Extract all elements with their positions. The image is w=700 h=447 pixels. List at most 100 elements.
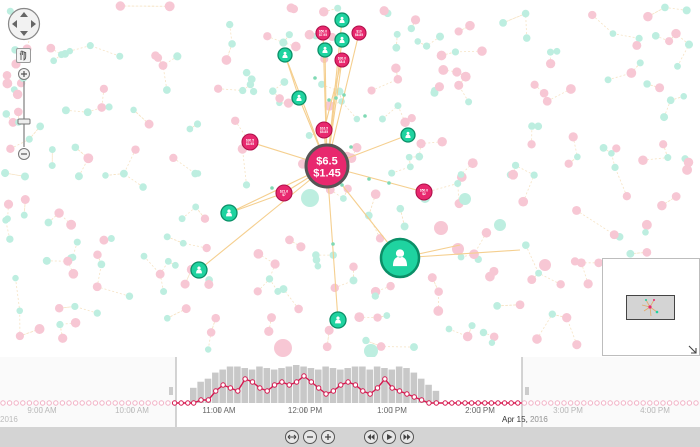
person-node[interactable]	[220, 204, 238, 222]
price-node[interactable]: $16.5$5.85	[315, 121, 333, 139]
activity-point	[279, 379, 285, 385]
price-node[interactable]: $21.6$7	[275, 184, 293, 202]
faded-person-node	[521, 241, 530, 249]
baseline-point-faded	[112, 400, 118, 406]
faded-person-node	[246, 80, 255, 89]
faded-price-node	[626, 68, 637, 78]
faded-person-node	[50, 57, 58, 65]
fit-button[interactable]	[285, 430, 299, 444]
baseline-point-faded	[534, 400, 541, 406]
network-graph[interactable]: $50.0$7.95 $10$6.85$30.0$8.8 $16.5$5.85 $30…	[0, 0, 700, 357]
faded-price-node	[206, 328, 216, 337]
baseline-point-faded	[99, 400, 105, 406]
faded-price-node	[253, 249, 264, 259]
faded-price-node	[58, 333, 68, 343]
baseline-point-faded	[105, 400, 112, 406]
faded-person-node	[42, 256, 51, 265]
faded-person-node	[574, 153, 581, 161]
person-node[interactable]	[334, 12, 350, 28]
baseline-point-faded	[607, 400, 613, 406]
faded-price-node	[622, 192, 631, 201]
faded-price-node	[576, 258, 586, 268]
faded-price-node	[508, 169, 519, 180]
baseline-point	[442, 400, 448, 406]
baseline-point-faded	[541, 400, 547, 406]
baseline-point-faded	[20, 400, 26, 406]
faded-price-node	[530, 80, 539, 89]
faded-price-node	[515, 300, 525, 310]
faded-price-node	[665, 37, 674, 46]
person-node[interactable]	[190, 261, 208, 279]
person-node[interactable]	[379, 237, 421, 279]
activity-point	[396, 388, 403, 394]
zoom-out-button[interactable]	[18, 148, 30, 160]
histogram-bar	[403, 368, 410, 403]
price-node[interactable]: $10$6.85	[351, 25, 367, 41]
faded-person-node	[102, 172, 109, 179]
baseline-point-faded	[86, 400, 92, 406]
price-label-bottom: $3.95	[246, 142, 254, 146]
hand-tool-button[interactable]	[16, 48, 31, 63]
price-node[interactable]: $30.0$8.8	[334, 52, 350, 68]
step-forward-icon	[403, 434, 411, 440]
step-forward-button[interactable]	[400, 430, 414, 444]
faded-price-node	[532, 334, 542, 344]
faded-person-node	[392, 43, 401, 52]
link-dot	[367, 177, 371, 181]
faded-price-node	[657, 200, 667, 211]
timebar-chart[interactable]	[0, 357, 700, 427]
price-node[interactable]: $30.5$3.95	[241, 133, 259, 151]
step-back-icon	[367, 434, 375, 440]
faded-person-node	[116, 52, 124, 60]
baseline-point-faded	[653, 400, 660, 406]
faded-person-node	[684, 40, 694, 49]
hub-price-node[interactable]: $6.5$1.45	[304, 143, 350, 189]
price-node[interactable]: $50.0$2	[415, 183, 433, 201]
baseline-point-faded	[0, 400, 6, 406]
faded-price-node	[213, 84, 223, 93]
faded-price-node	[460, 71, 471, 82]
person-node[interactable]	[291, 90, 307, 106]
activity-point	[190, 400, 197, 406]
overview-map[interactable]	[602, 258, 700, 356]
faded-person-node	[378, 115, 386, 123]
faded-person-node	[414, 38, 422, 45]
overview-viewport[interactable]	[626, 295, 675, 320]
baseline-point-faded	[620, 400, 627, 406]
baseline-point-faded	[92, 400, 99, 406]
timebar-tick-label: 11:00 AM	[202, 406, 236, 415]
faded-price-node	[481, 228, 492, 238]
person-node[interactable]	[317, 42, 333, 58]
person-node[interactable]	[400, 127, 416, 143]
person-node[interactable]	[277, 47, 293, 63]
faded-person-node	[119, 169, 128, 178]
faded-price-node	[322, 342, 332, 352]
faded-price-node	[436, 50, 447, 61]
link-dot	[349, 145, 353, 149]
faded-person-node	[349, 276, 358, 285]
pan-control[interactable]	[7, 7, 41, 41]
zoom-in-time-button[interactable]	[321, 430, 335, 444]
overview-collapse-icon[interactable]	[688, 345, 698, 355]
link-dot	[327, 98, 331, 102]
step-back-button[interactable]	[364, 430, 378, 444]
zoom-in-button[interactable]	[18, 68, 30, 80]
zoom-handle[interactable]	[17, 118, 31, 125]
baseline-point-faded	[561, 400, 567, 406]
person-node[interactable]	[329, 311, 347, 329]
zoom-out-time-button[interactable]	[303, 430, 317, 444]
faded-price-node	[330, 283, 339, 293]
baseline-point-faded	[26, 400, 33, 406]
activity-point	[411, 394, 417, 400]
baseline-point	[495, 400, 501, 406]
timebar-tick-label: 4:00 PM	[640, 406, 670, 415]
link-dot	[313, 76, 317, 80]
activity-point	[242, 376, 248, 382]
faded-price-node	[275, 94, 284, 103]
play-button[interactable]	[382, 430, 396, 444]
faded-price-node	[324, 325, 334, 335]
zoom-slider[interactable]	[13, 67, 35, 162]
person-node[interactable]	[334, 32, 350, 48]
histogram-bar	[395, 366, 403, 403]
price-node[interactable]: $50.0$7.95	[315, 25, 331, 41]
